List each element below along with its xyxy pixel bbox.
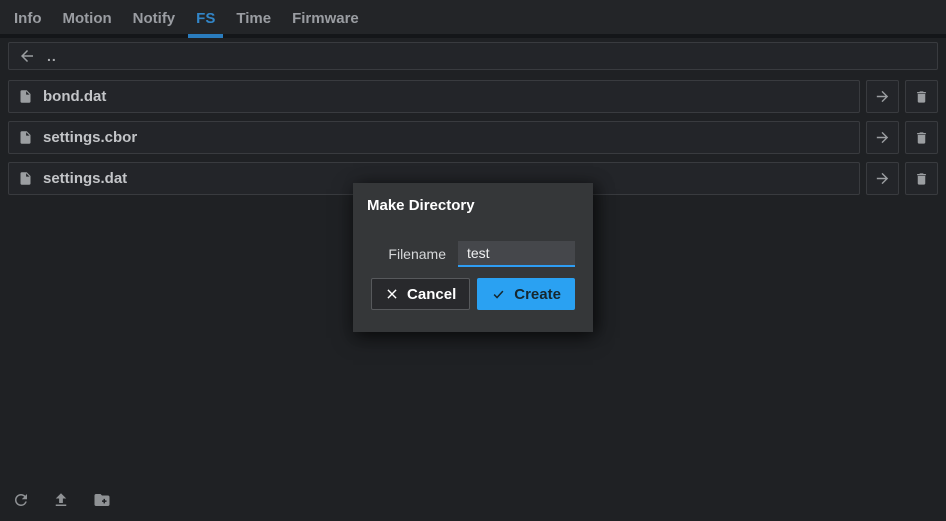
delete-file-button[interactable] xyxy=(905,80,938,113)
dialog-buttons: Cancel Create xyxy=(353,278,593,310)
refresh-button[interactable] xyxy=(12,491,30,509)
cancel-button[interactable]: Cancel xyxy=(371,278,470,310)
file-icon xyxy=(18,88,33,105)
make-directory-dialog: Make Directory Filename Cancel Create xyxy=(353,183,593,332)
parent-directory-label: .. xyxy=(47,48,57,64)
upload-icon xyxy=(52,491,70,509)
refresh-icon xyxy=(12,491,30,509)
filename-label: Filename xyxy=(388,246,446,262)
open-file-button[interactable] xyxy=(866,80,899,113)
create-button[interactable]: Create xyxy=(477,278,575,310)
tab-time[interactable]: Time xyxy=(228,0,279,34)
file-name: settings.dat xyxy=(43,170,127,187)
delete-file-button[interactable] xyxy=(905,121,938,154)
tab-bar: Info Motion Notify FS Time Firmware xyxy=(0,0,946,38)
file-entry[interactable]: bond.dat xyxy=(8,80,860,113)
tab-fs[interactable]: FS xyxy=(188,0,223,34)
check-icon xyxy=(491,287,506,301)
file-row: settings.cbor xyxy=(8,121,938,154)
arrow-right-icon xyxy=(874,170,891,187)
tab-motion[interactable]: Motion xyxy=(55,0,120,34)
file-browser: .. bond.dat settings.cbor xyxy=(0,38,946,195)
file-icon xyxy=(18,170,33,187)
trash-icon xyxy=(914,130,929,146)
dialog-title: Make Directory xyxy=(353,197,593,214)
new-folder-button[interactable] xyxy=(92,491,112,509)
trash-icon xyxy=(914,171,929,187)
file-row: bond.dat xyxy=(8,80,938,113)
file-name: bond.dat xyxy=(43,88,106,105)
filename-field-row: Filename xyxy=(353,241,593,267)
new-folder-icon xyxy=(92,491,112,509)
upload-button[interactable] xyxy=(52,491,70,509)
x-icon xyxy=(385,287,399,301)
cancel-button-label: Cancel xyxy=(407,286,456,303)
tab-firmware[interactable]: Firmware xyxy=(284,0,367,34)
create-button-label: Create xyxy=(514,286,561,303)
file-entry[interactable]: settings.cbor xyxy=(8,121,860,154)
footer-toolbar xyxy=(12,491,112,509)
open-file-button[interactable] xyxy=(866,162,899,195)
file-name: settings.cbor xyxy=(43,129,137,146)
tab-notify[interactable]: Notify xyxy=(125,0,184,34)
filename-input[interactable] xyxy=(458,241,575,267)
delete-file-button[interactable] xyxy=(905,162,938,195)
arrow-right-icon xyxy=(874,88,891,105)
tab-info[interactable]: Info xyxy=(6,0,50,34)
arrow-right-icon xyxy=(874,129,891,146)
open-file-button[interactable] xyxy=(866,121,899,154)
trash-icon xyxy=(914,89,929,105)
arrow-left-icon xyxy=(18,47,36,65)
parent-directory-row[interactable]: .. xyxy=(8,42,938,70)
file-icon xyxy=(18,129,33,146)
